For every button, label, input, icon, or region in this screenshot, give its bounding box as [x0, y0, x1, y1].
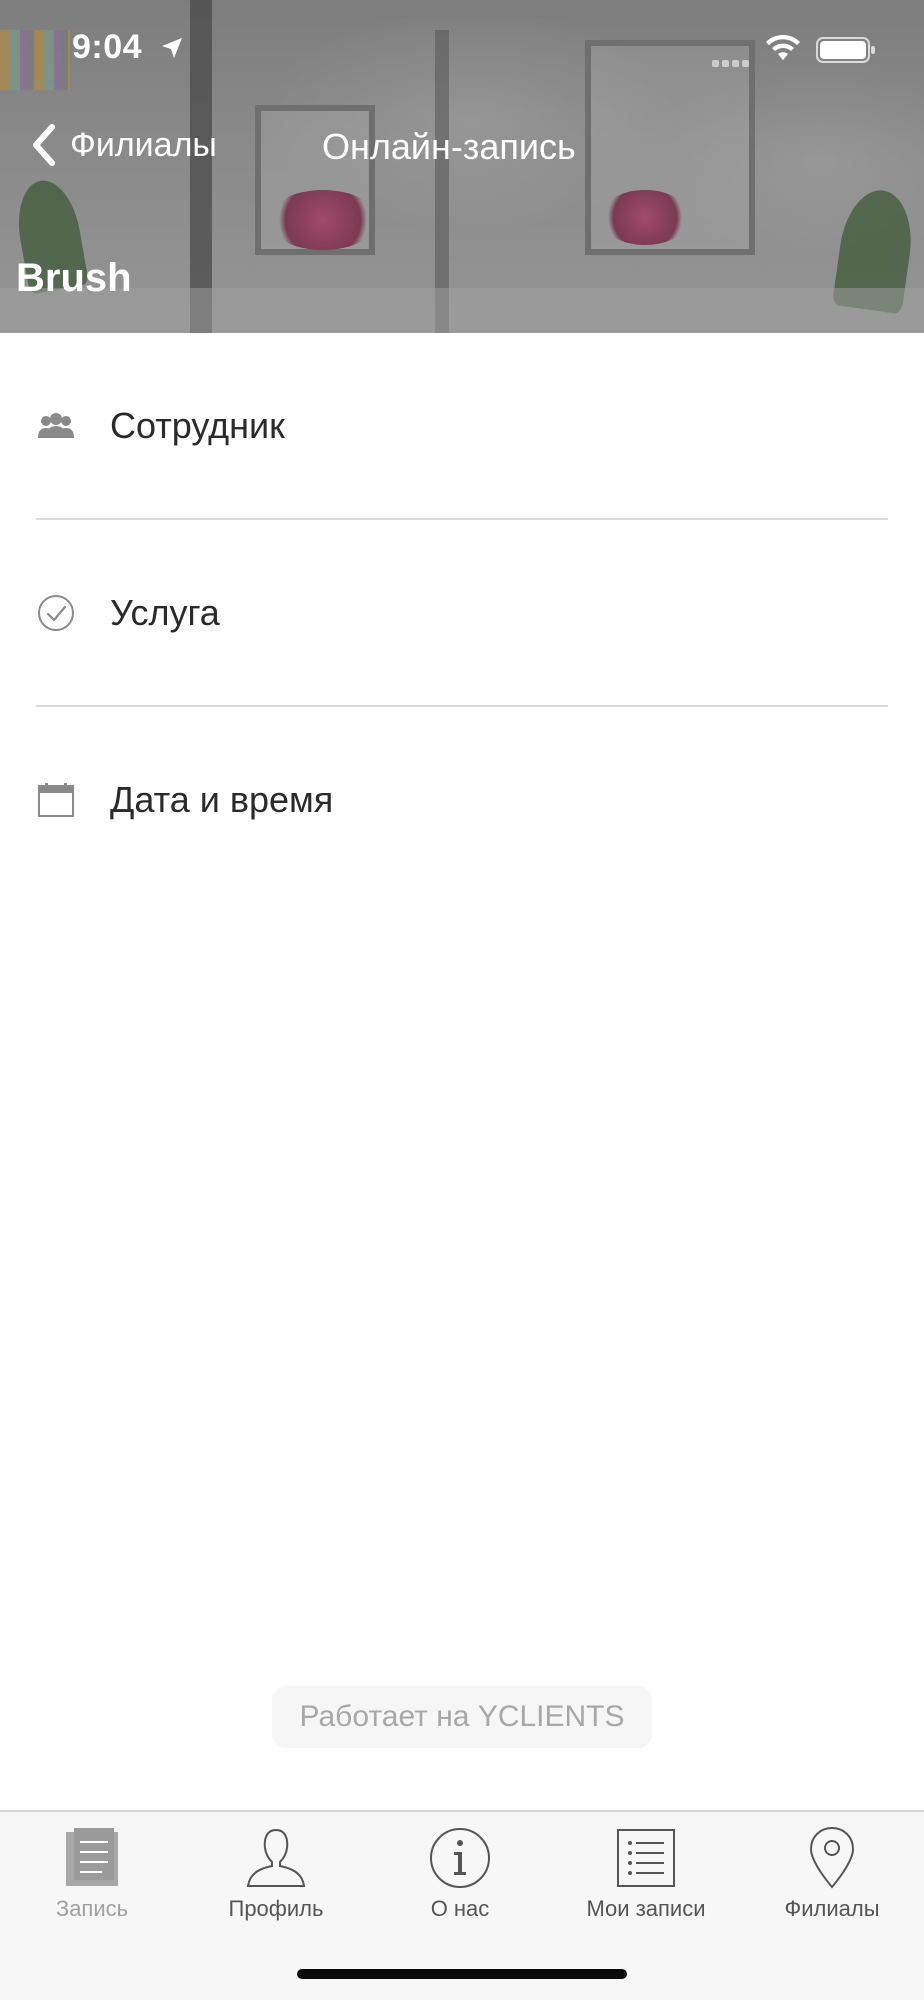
salon-flowers: [600, 190, 690, 245]
home-indicator[interactable]: [297, 1969, 627, 1979]
cellular-signal-icon: [712, 54, 756, 67]
profile-icon: [241, 1824, 311, 1892]
staff-icon: [36, 406, 76, 446]
tab-about[interactable]: О нас: [368, 1812, 552, 1922]
tab-branches[interactable]: Филиалы: [740, 1812, 924, 1922]
back-button-label: Филиалы: [70, 125, 217, 164]
page-title: Онлайн-запись: [322, 126, 576, 167]
location-arrow-icon: [162, 38, 182, 58]
tab-label: Запись: [55, 1896, 129, 1921]
location-pin-icon: [797, 1824, 867, 1892]
status-time: 9:04: [72, 28, 143, 66]
menu-item-label: Услуга: [110, 591, 220, 633]
tab-my-bookings[interactable]: Мои записи: [554, 1812, 738, 1922]
notepad-icon: [57, 1824, 127, 1892]
header-banner: 9:04 Филиалы Онлайн-запись Brush: [0, 0, 924, 333]
powered-by-badge[interactable]: Работает на YCLIENTS: [272, 1686, 652, 1748]
salon-flowers: [268, 190, 378, 250]
chevron-left-icon: [33, 124, 55, 166]
tab-profile[interactable]: Профиль: [184, 1812, 368, 1922]
menu-item-staff[interactable]: Сотрудник: [36, 333, 888, 518]
wifi-icon: [766, 34, 800, 60]
tab-label: Мои записи: [586, 1896, 706, 1921]
tab-label: Профиль: [228, 1896, 324, 1921]
booking-options-list: Сотрудник Услуга Дата и время: [36, 333, 888, 892]
tab-label: Филиалы: [784, 1896, 880, 1921]
menu-item-label: Дата и время: [110, 778, 334, 820]
branch-name: Brush: [16, 256, 132, 300]
menu-item-date-time[interactable]: Дата и время: [36, 707, 888, 892]
info-icon: [425, 1824, 495, 1892]
list-icon: [611, 1824, 681, 1892]
menu-item-service[interactable]: Услуга: [36, 520, 888, 705]
salon-counter: [0, 288, 924, 333]
battery-icon: [816, 37, 875, 63]
tab-label: О нас: [430, 1896, 490, 1921]
salon-shelf: [0, 30, 70, 90]
back-button[interactable]: Филиалы: [30, 120, 217, 170]
menu-item-label: Сотрудник: [110, 404, 285, 446]
tab-booking[interactable]: Запись: [0, 1812, 184, 1922]
calendar-icon: [36, 780, 76, 820]
check-circle-icon: [36, 593, 76, 633]
